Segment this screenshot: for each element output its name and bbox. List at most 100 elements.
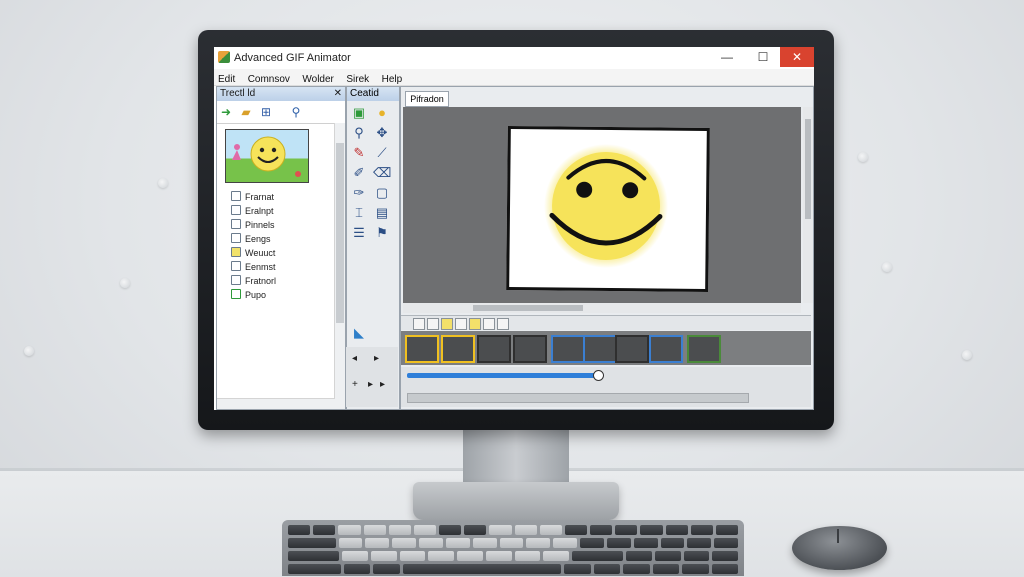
frame-2[interactable] bbox=[441, 335, 475, 363]
frames-tree-panel: Trectl ld ✕ ➜ ▰ ⊞ ⚲ Frarnat Eralnpt Pinn… bbox=[216, 86, 346, 410]
timeline-progress[interactable] bbox=[407, 373, 597, 378]
pencil-icon[interactable]: ✎ bbox=[350, 145, 368, 161]
frame-6[interactable] bbox=[583, 335, 617, 363]
frames-toolbar bbox=[401, 315, 811, 330]
frame-7[interactable] bbox=[615, 335, 649, 363]
layers-icon[interactable]: ◣ bbox=[350, 325, 368, 341]
menu-edit[interactable]: Edit bbox=[214, 72, 239, 85]
monitor-stand-neck bbox=[463, 428, 569, 488]
tree-item-label: Frarnat bbox=[245, 192, 275, 202]
menu-wolder[interactable]: Wolder bbox=[298, 72, 338, 85]
hand-icon[interactable]: ☰ bbox=[350, 225, 368, 241]
panel-close-icon[interactable]: ✕ bbox=[334, 87, 342, 101]
rectangle-icon[interactable]: ▢ bbox=[373, 185, 391, 201]
play-button[interactable]: ▸ bbox=[368, 379, 373, 390]
text-icon[interactable]: ⌶ bbox=[350, 205, 368, 221]
timeline bbox=[401, 367, 811, 407]
export-icon[interactable]: ⊞ bbox=[259, 105, 273, 119]
color-fill-icon[interactable]: ● bbox=[373, 105, 391, 121]
frame-3[interactable] bbox=[477, 335, 511, 363]
eraser-icon[interactable]: ⌫ bbox=[373, 165, 391, 181]
tree-item-1[interactable]: Frarnat bbox=[231, 191, 274, 202]
preview-vertical-scrollbar[interactable] bbox=[803, 107, 813, 303]
title-bar: Advanced GIF Animator — ☐ ✕ bbox=[214, 47, 814, 70]
frame-tool-7-icon[interactable] bbox=[497, 318, 509, 330]
tree-item-label: Eenmst bbox=[245, 262, 276, 272]
mouse bbox=[792, 526, 887, 570]
frame-4[interactable] bbox=[513, 335, 547, 363]
monitor: Advanced GIF Animator — ☐ ✕ Edit Comnsov… bbox=[198, 30, 834, 430]
frame-strip bbox=[401, 331, 811, 365]
wall-knob-2 bbox=[120, 278, 130, 288]
step-forward-button[interactable]: ▸ bbox=[374, 353, 379, 364]
tree-item-8[interactable]: Pupo bbox=[231, 289, 266, 300]
dropper-icon[interactable]: ✑ bbox=[350, 185, 368, 201]
frame-1[interactable] bbox=[405, 335, 439, 363]
timeline-scrollbar[interactable] bbox=[407, 393, 749, 403]
zoom-icon[interactable]: ⚲ bbox=[350, 125, 368, 141]
left-panel-toolbar: ➜ ▰ ⊞ ⚲ bbox=[217, 101, 345, 124]
scroll-thumb[interactable] bbox=[805, 119, 811, 219]
search-icon[interactable]: ⚲ bbox=[289, 105, 303, 119]
add-frame-button[interactable]: + bbox=[352, 379, 358, 390]
menu-help[interactable]: Help bbox=[378, 72, 407, 85]
smiley-image bbox=[544, 143, 669, 268]
frame-icon bbox=[231, 261, 241, 271]
preview-horizontal-scrollbar[interactable] bbox=[403, 303, 801, 313]
tree-item-7[interactable]: Fratnorl bbox=[231, 275, 276, 286]
tree-item-5[interactable]: Weuuct bbox=[231, 247, 275, 258]
frame-tool-4-icon[interactable] bbox=[455, 318, 467, 330]
frame-icon bbox=[231, 205, 241, 215]
crop-icon[interactable]: ▣ bbox=[350, 105, 368, 121]
thumbnail-smiley-image bbox=[232, 136, 301, 177]
canvas-area[interactable] bbox=[403, 107, 801, 303]
left-vertical-scrollbar[interactable] bbox=[334, 123, 345, 409]
preview-panel: Pifradon bbox=[400, 86, 814, 410]
wall-knob-4 bbox=[858, 152, 868, 162]
minimize-button[interactable]: — bbox=[710, 47, 744, 67]
image-icon[interactable]: ▤ bbox=[373, 205, 391, 221]
mouse-wheel-line bbox=[837, 529, 839, 543]
frame-thumbnail[interactable] bbox=[225, 129, 309, 183]
menu-comnsov[interactable]: Comnsov bbox=[244, 72, 294, 85]
tools-panel-header: Ceatid bbox=[347, 87, 399, 101]
frame-tool-6-icon[interactable] bbox=[483, 318, 495, 330]
tree-item-label: Eengs bbox=[245, 234, 271, 244]
folder-open-icon[interactable]: ▰ bbox=[239, 105, 253, 119]
timeline-knob[interactable] bbox=[593, 370, 604, 381]
stop-button[interactable]: ▸ bbox=[380, 379, 385, 390]
window-title: Advanced GIF Animator bbox=[234, 52, 351, 64]
frame-8[interactable] bbox=[649, 335, 683, 363]
tree-item-3[interactable]: Pinnels bbox=[231, 219, 275, 230]
frame-tool-2-icon[interactable] bbox=[427, 318, 439, 330]
scroll-thumb[interactable] bbox=[473, 305, 583, 311]
scroll-thumb[interactable] bbox=[336, 143, 344, 323]
rewind-button[interactable]: ◂ bbox=[352, 353, 357, 364]
left-horizontal-scrollbar[interactable] bbox=[217, 398, 335, 409]
frame-9[interactable] bbox=[687, 335, 721, 363]
frame-tool-3-icon[interactable] bbox=[441, 318, 453, 330]
move-icon[interactable]: ✥ bbox=[373, 125, 391, 141]
menu-sirek[interactable]: Sirek bbox=[342, 72, 373, 85]
close-button[interactable]: ✕ bbox=[780, 47, 814, 67]
monitor-stand-base bbox=[413, 482, 619, 520]
current-frame[interactable] bbox=[506, 125, 710, 293]
frame-5[interactable] bbox=[551, 335, 585, 363]
tab-preview[interactable]: Pifradon bbox=[405, 91, 449, 107]
frame-icon bbox=[231, 275, 241, 285]
playback-controls: ◂ ▸ + ▸ ▸ bbox=[346, 347, 398, 407]
tree-item-label: Pinnels bbox=[245, 220, 275, 230]
frame-tool-5-icon[interactable] bbox=[469, 318, 481, 330]
frame-icon bbox=[231, 219, 241, 229]
line-icon[interactable]: ⟋ bbox=[373, 145, 391, 161]
wall-knob-1 bbox=[158, 178, 168, 188]
tree-item-6[interactable]: Eenmst bbox=[231, 261, 276, 272]
frame-icon bbox=[231, 289, 241, 299]
tree-item-4[interactable]: Eengs bbox=[231, 233, 271, 244]
maximize-button[interactable]: ☐ bbox=[746, 47, 780, 67]
frame-tool-1-icon[interactable] bbox=[413, 318, 425, 330]
arrow-right-icon[interactable]: ➜ bbox=[219, 105, 233, 119]
brush-icon[interactable]: ✐ bbox=[350, 165, 368, 181]
tree-item-2[interactable]: Eralnpt bbox=[231, 205, 274, 216]
pin-icon[interactable]: ⚑ bbox=[373, 225, 391, 241]
